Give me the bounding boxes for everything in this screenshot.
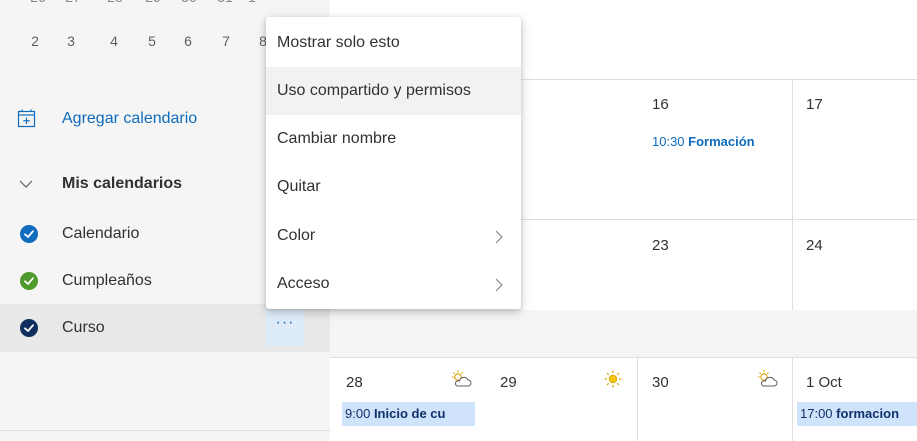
event-title: Inicio de cu bbox=[373, 406, 446, 421]
mini-calendar-day[interactable]: 2 bbox=[27, 33, 43, 49]
calendar-add-icon bbox=[17, 109, 36, 128]
day-divider bbox=[637, 357, 638, 441]
menu-item-color[interactable]: Color bbox=[266, 212, 521, 260]
calendar-item-label: Calendario bbox=[62, 225, 140, 242]
event-time: 9:00 bbox=[345, 406, 371, 421]
mini-calendar-row-partial: 26 27 28 29 30 31 1 bbox=[0, 0, 270, 9]
day-number[interactable]: 24 bbox=[806, 237, 823, 254]
add-calendar-label: Agregar calendario bbox=[62, 110, 198, 127]
menu-item-remove[interactable]: Quitar bbox=[266, 163, 521, 211]
partly-cloudy-icon bbox=[452, 370, 472, 387]
ellipsis-icon: ··· bbox=[275, 314, 295, 331]
event-time: 10:30 bbox=[652, 134, 685, 149]
sunny-icon bbox=[604, 370, 622, 388]
day-number[interactable]: 23 bbox=[652, 237, 669, 254]
event-time: 17:00 bbox=[800, 406, 833, 421]
mini-calendar-day[interactable]: 5 bbox=[144, 33, 160, 49]
day-divider bbox=[792, 79, 793, 219]
mini-calendar-day[interactable]: 27 bbox=[65, 0, 81, 5]
menu-item-label: Mostrar solo esto bbox=[277, 34, 400, 51]
menu-item-label: Color bbox=[277, 227, 316, 244]
calendar-item-label: Cumpleaños bbox=[62, 272, 152, 289]
menu-item-show-only-this[interactable]: Mostrar solo esto bbox=[266, 19, 521, 67]
mini-calendar-day[interactable]: 31 bbox=[217, 0, 233, 5]
chevron-right-icon bbox=[495, 230, 503, 244]
menu-item-label: Cambiar nombre bbox=[277, 130, 397, 147]
mini-calendar-day[interactable]: 3 bbox=[63, 33, 79, 49]
day-number[interactable]: 1 Oct bbox=[806, 374, 842, 391]
sidebar-divider bbox=[0, 430, 330, 431]
day-divider bbox=[792, 357, 793, 441]
week-gap bbox=[330, 310, 917, 357]
partly-cloudy-icon bbox=[758, 370, 778, 387]
calendar-event[interactable]: 9:00 Inicio de cu bbox=[342, 402, 475, 426]
mini-calendar-row: 2 3 4 5 6 7 8 bbox=[0, 33, 270, 53]
day-number[interactable]: 17 bbox=[806, 96, 823, 113]
mini-calendar-day[interactable]: 4 bbox=[106, 33, 122, 49]
checkmark-circle-icon[interactable] bbox=[20, 319, 38, 337]
mini-calendar-day[interactable]: 6 bbox=[180, 33, 196, 49]
event-title: formacion bbox=[836, 406, 900, 421]
event-title: Formación bbox=[688, 134, 755, 149]
day-number[interactable]: 29 bbox=[500, 374, 517, 391]
calendar-event[interactable]: 10:30 Formación bbox=[652, 134, 787, 149]
menu-item-label: Quitar bbox=[277, 178, 321, 195]
mini-calendar-day[interactable]: 29 bbox=[145, 0, 161, 5]
my-calendars-label: Mis calendarios bbox=[62, 175, 183, 192]
chevron-down-icon bbox=[19, 180, 33, 188]
mini-calendar-day[interactable]: 1 bbox=[244, 0, 260, 5]
mini-calendar-day[interactable]: 26 bbox=[30, 0, 46, 5]
calendar-event[interactable]: 17:00 formacion bbox=[797, 402, 917, 426]
mini-calendar-day[interactable]: 30 bbox=[181, 0, 197, 5]
menu-item-sharing-permissions[interactable]: Uso compartido y permisos bbox=[266, 67, 521, 115]
menu-item-label: Acceso bbox=[277, 275, 330, 292]
menu-item-access[interactable]: Acceso bbox=[266, 260, 521, 308]
more-options-button[interactable]: ··· bbox=[266, 310, 304, 346]
chevron-right-icon bbox=[495, 278, 503, 292]
day-number[interactable]: 30 bbox=[652, 374, 669, 391]
calendar-item-label: Curso bbox=[62, 319, 105, 336]
calendar-item-curso[interactable]: Curso ··· bbox=[0, 304, 330, 352]
mini-calendar-day[interactable]: 7 bbox=[218, 33, 234, 49]
menu-item-label: Uso compartido y permisos bbox=[277, 82, 471, 99]
day-number[interactable]: 28 bbox=[346, 374, 363, 391]
day-divider bbox=[792, 220, 793, 310]
mini-calendar-day[interactable]: 28 bbox=[107, 0, 123, 5]
calendar-context-menu: Mostrar solo esto Uso compartido y permi… bbox=[266, 17, 521, 309]
menu-item-rename[interactable]: Cambiar nombre bbox=[266, 115, 521, 163]
day-number[interactable]: 16 bbox=[652, 96, 669, 113]
checkmark-circle-icon[interactable] bbox=[20, 225, 38, 243]
checkmark-circle-icon[interactable] bbox=[20, 272, 38, 290]
week-divider bbox=[330, 357, 917, 358]
